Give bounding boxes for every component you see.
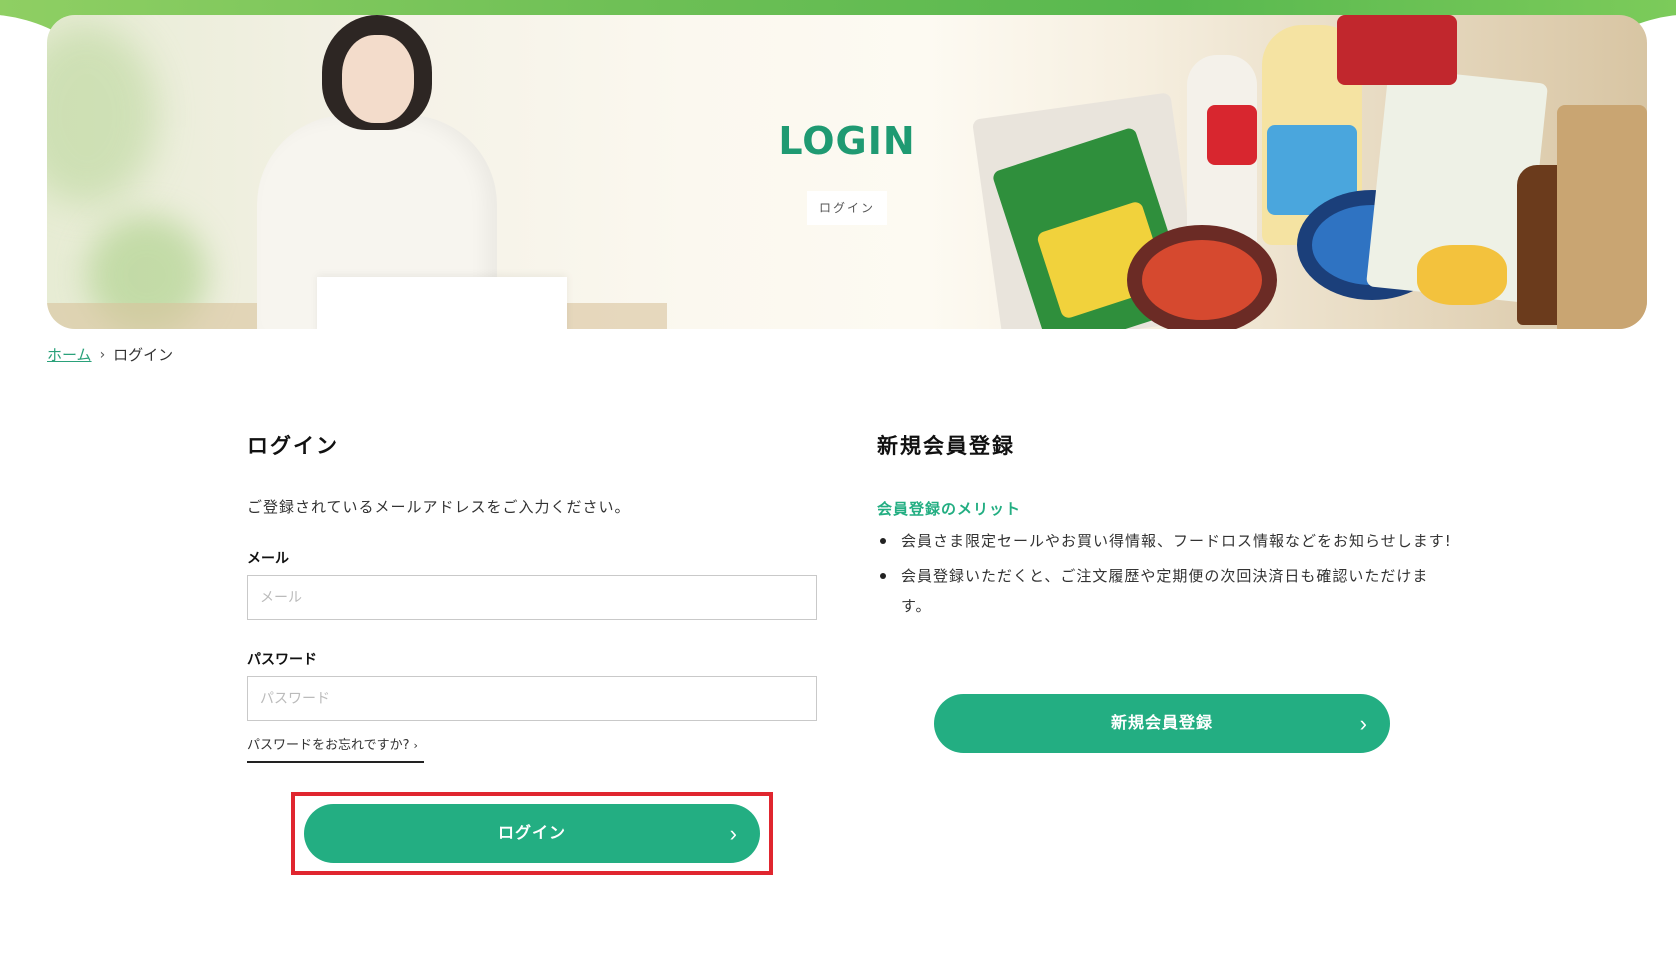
chevron-right-icon: ›	[1359, 711, 1368, 736]
login-button-label: ログイン	[497, 825, 566, 842]
forgot-password-link[interactable]: パスワードをお忘れですか? ›	[247, 734, 424, 763]
login-section: ログイン ご登録されているメールアドレスをご入力ください。 メール パスワード …	[247, 430, 817, 763]
register-heading: 新規会員登録	[877, 434, 1015, 458]
breadcrumb-current: ログイン	[113, 346, 174, 364]
hero-banner: LOGIN ログイン	[47, 15, 1647, 329]
login-page: LOGIN ログイン ホーム › ログイン ログイン ご登録されているメールアド…	[0, 0, 1676, 970]
foliage-decoration	[47, 25, 157, 205]
merit-list: 会員さま限定セールやお買い得情報、フードロス情報などをお知らせします! 会員登録…	[877, 526, 1457, 626]
register-button-label: 新規会員登録	[1110, 715, 1213, 732]
merit-title: 会員登録のメリット	[877, 500, 1022, 518]
register-section: 新規会員登録 会員登録のメリット 会員さま限定セールやお買い得情報、フードロス情…	[877, 430, 1457, 615]
password-input[interactable]	[247, 676, 817, 721]
login-description: ご登録されているメールアドレスをご入力ください。	[247, 498, 631, 516]
breadcrumb: ホーム › ログイン	[47, 344, 173, 365]
breadcrumb-home-link[interactable]: ホーム	[47, 344, 92, 365]
register-button[interactable]: 新規会員登録 ›	[934, 694, 1390, 753]
merit-item: 会員さま限定セールやお買い得情報、フードロス情報などをお知らせします!	[877, 526, 1457, 556]
login-heading: ログイン	[247, 434, 339, 458]
chevron-right-icon: ›	[729, 821, 738, 846]
hero-products-image	[971, 15, 1647, 329]
chevron-right-icon: ›	[99, 346, 106, 363]
merit-item: 会員登録いただくと、ご注文履歴や定期便の次回決済日も確認いただけます。	[877, 561, 1457, 621]
email-input[interactable]	[247, 575, 817, 620]
hero-title: LOGIN	[778, 119, 916, 163]
gift-box-image	[317, 277, 567, 329]
email-label: メール	[247, 551, 289, 567]
forgot-password-label: パスワードをお忘れですか?	[247, 738, 410, 753]
chevron-right-icon: ›	[413, 739, 418, 752]
hero-subtitle: ログイン	[807, 191, 887, 225]
password-label: パスワード	[247, 652, 317, 668]
login-button[interactable]: ログイン ›	[304, 804, 760, 863]
